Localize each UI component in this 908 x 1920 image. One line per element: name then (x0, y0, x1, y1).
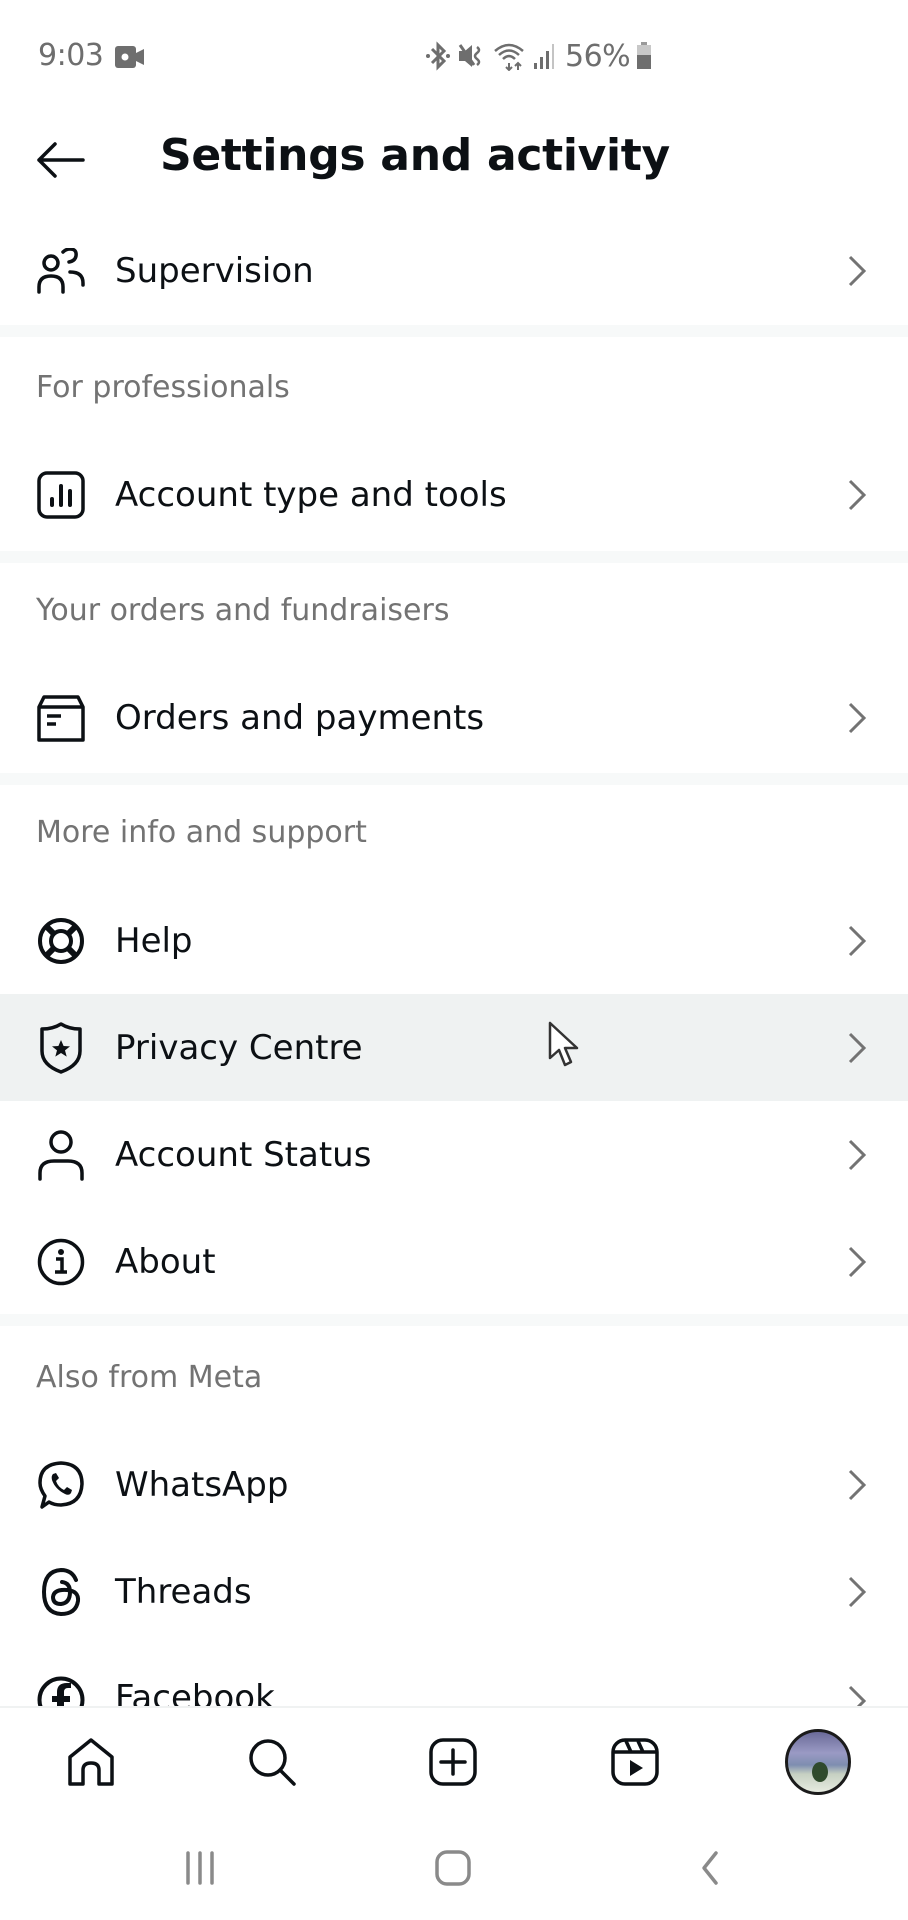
recent-apps-icon (186, 1851, 214, 1885)
bar-chart-icon (36, 470, 86, 520)
nav-profile[interactable] (785, 1729, 851, 1795)
recent-apps-button[interactable] (170, 1846, 230, 1890)
row-whatsapp[interactable]: WhatsApp (0, 1431, 908, 1538)
row-account-type[interactable]: Account type and tools (0, 441, 908, 548)
mouse-cursor-icon (547, 1020, 583, 1070)
nav-search[interactable] (242, 1732, 302, 1792)
home-icon (68, 1738, 114, 1786)
system-nav (0, 1820, 908, 1920)
status-icons: 56% (425, 38, 652, 74)
row-label: Account type and tools (115, 474, 507, 515)
whatsapp-icon (36, 1460, 86, 1510)
row-supervision[interactable]: Supervision (0, 217, 908, 324)
reels-icon (611, 1738, 659, 1786)
row-account-status[interactable]: Account Status (0, 1101, 908, 1208)
wifi-icon (493, 41, 527, 71)
chevron-right-icon (842, 1465, 872, 1505)
row-label: Account Status (115, 1134, 372, 1175)
profile-avatar (785, 1729, 851, 1795)
screen-record-icon (115, 46, 145, 68)
row-help[interactable]: Help (0, 887, 908, 994)
row-orders-payments[interactable]: Orders and payments (0, 664, 908, 771)
arrow-left-icon (37, 142, 85, 178)
row-label: Help (115, 920, 193, 961)
row-label: Privacy Centre (115, 1027, 363, 1068)
chevron-right-icon (842, 698, 872, 738)
row-label: Threads (115, 1571, 252, 1612)
chevron-right-icon (842, 251, 872, 291)
section-header-support: More info and support (36, 815, 367, 850)
section-divider (0, 325, 908, 337)
facebook-icon (36, 1675, 86, 1707)
search-icon (249, 1739, 296, 1786)
vibrate-mute-icon (457, 41, 487, 71)
lifebuoy-icon (36, 916, 86, 966)
battery-icon (636, 42, 652, 70)
chevron-right-icon (842, 1135, 872, 1175)
shield-star-icon (36, 1021, 86, 1074)
info-icon (36, 1237, 86, 1287)
section-divider (0, 1314, 908, 1326)
bluetooth-icon (425, 41, 451, 71)
chevron-right-icon (842, 1681, 872, 1707)
status-time: 9:03 (38, 38, 104, 73)
create-post-icon (429, 1738, 477, 1786)
section-header-meta: Also from Meta (36, 1360, 263, 1395)
page-title: Settings and activity (160, 130, 670, 181)
header: Settings and activity (0, 110, 908, 210)
chevron-right-icon (842, 1572, 872, 1612)
row-privacy-centre[interactable]: Privacy Centre (0, 994, 908, 1101)
row-label: About (115, 1241, 216, 1282)
orders-box-icon (36, 693, 86, 743)
chevron-right-icon (842, 475, 872, 515)
supervision-people-icon (36, 246, 86, 296)
signal-icon (533, 41, 555, 71)
status-bar: 9:03 56% (0, 0, 908, 110)
back-button[interactable] (30, 132, 90, 188)
section-header-professionals: For professionals (36, 370, 290, 405)
row-label: WhatsApp (115, 1464, 289, 1505)
bottom-nav (0, 1706, 908, 1820)
section-header-orders: Your orders and fundraisers (36, 593, 450, 628)
chevron-right-icon (842, 1242, 872, 1282)
home-button[interactable] (423, 1846, 483, 1890)
chevron-right-icon (842, 921, 872, 961)
row-about[interactable]: About (0, 1208, 908, 1315)
nav-home[interactable] (61, 1732, 121, 1792)
system-back-button[interactable] (680, 1846, 740, 1890)
threads-icon (36, 1567, 86, 1617)
nav-create[interactable] (423, 1732, 483, 1792)
home-button-icon (435, 1850, 471, 1886)
person-icon (36, 1129, 86, 1181)
chevron-right-icon (842, 1028, 872, 1068)
row-facebook[interactable]: Facebook (0, 1645, 908, 1707)
row-label: Facebook (115, 1678, 275, 1707)
row-label: Supervision (115, 250, 314, 291)
avatar-image-detail (812, 1762, 828, 1782)
battery-percent: 56% (565, 38, 631, 74)
section-divider (0, 551, 908, 563)
nav-reels[interactable] (605, 1732, 665, 1792)
row-threads[interactable]: Threads (0, 1538, 908, 1645)
back-icon (702, 1851, 718, 1885)
section-divider (0, 773, 908, 785)
row-label: Orders and payments (115, 697, 485, 738)
